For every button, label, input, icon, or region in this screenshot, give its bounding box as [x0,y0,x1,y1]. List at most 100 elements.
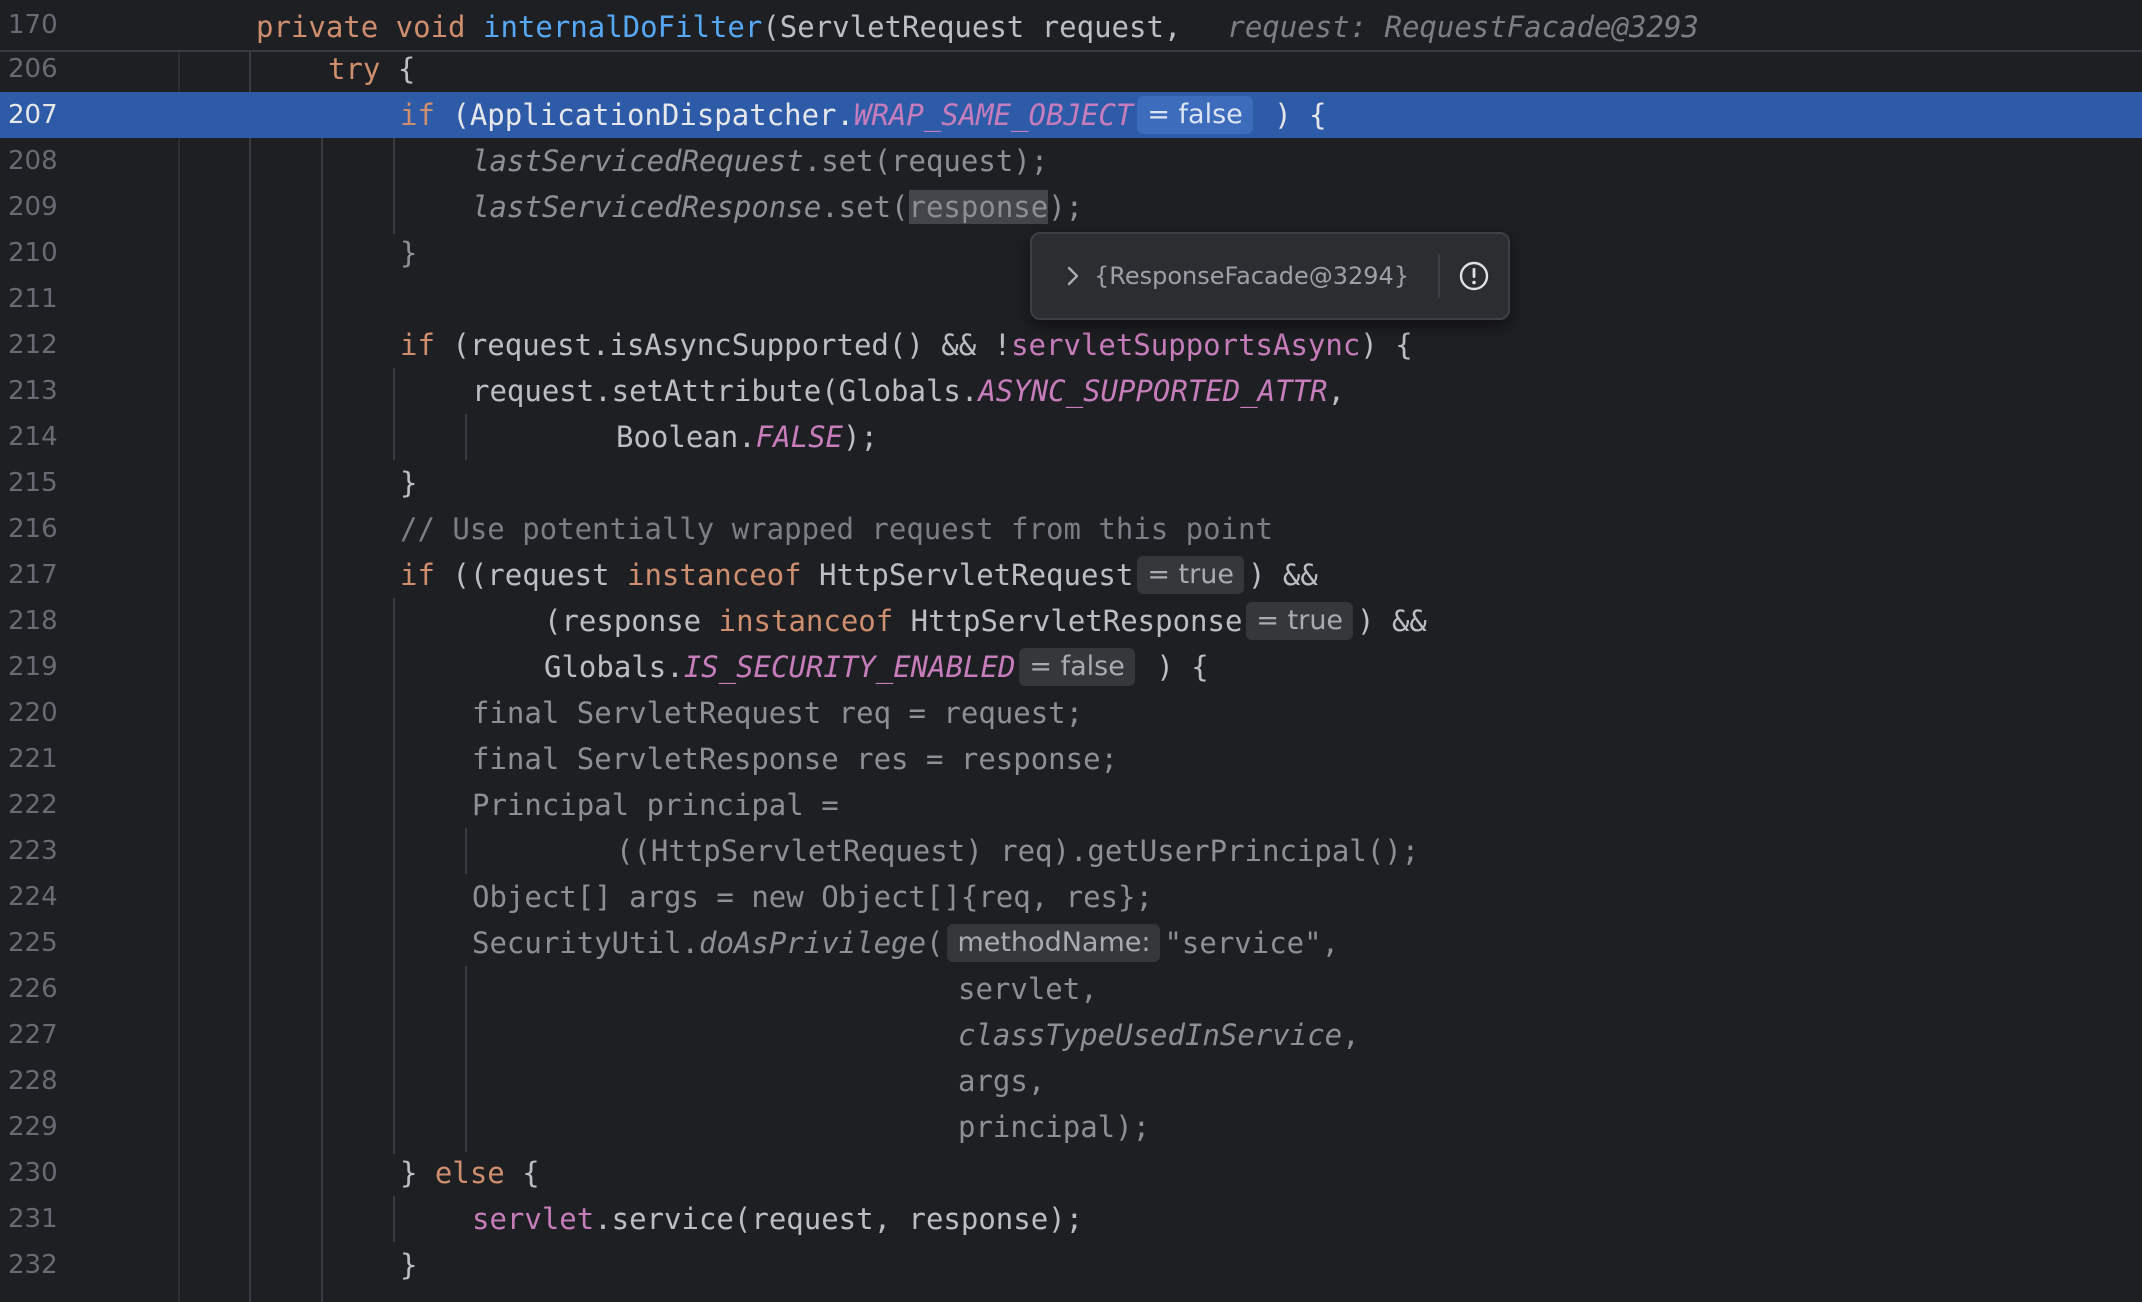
code-token: HttpServletResponse [893,604,1243,638]
line-number: 224 [8,882,58,912]
line-number: 211 [8,284,58,314]
line-number: 206 [8,54,58,84]
code-text: Principal principal = [472,788,839,822]
line-number: 220 [8,698,58,728]
line-number: 226 [8,974,58,1004]
line-number: 229 [8,1112,58,1142]
code-line[interactable]: 212 if (request.isAsyncSupported() && !s… [0,322,2142,368]
code-token: .set( [821,190,909,224]
code-text: try { [328,46,415,92]
code-token: ( [925,926,944,960]
chevron-right-icon[interactable] [1058,258,1088,294]
code-line[interactable]: 215 } [0,460,2142,506]
code-text: (response instanceof HttpServletResponse… [544,598,1427,644]
divider [1438,254,1440,298]
code-token: { [380,52,416,86]
code-line[interactable]: 219 Globals.IS_SECURITY_ENABLED = false )… [0,644,2142,690]
debug-value-popup[interactable]: {ResponseFacade@3294} [1030,232,1510,320]
code-line[interactable]: 221 final ServletResponse res = response… [0,736,2142,782]
debug-value-label[interactable]: {ResponseFacade@3294} [1094,256,1409,296]
code-line[interactable]: 226 servlet, [0,966,2142,1012]
hovered-variable[interactable]: response [908,190,1049,224]
code-line[interactable]: 218 (response instanceof HttpServletResp… [0,598,2142,644]
static-field: lastServicedRequest [472,144,804,178]
code-text: if (ApplicationDispatcher.WRAP_SAME_OBJE… [400,92,1327,138]
code-token: Globals. [544,650,684,684]
line-number: 212 [8,330,58,360]
keyword: if [400,98,435,132]
static-field: FALSE [755,420,843,454]
code-line[interactable]: 232 } [0,1242,2142,1288]
code-token: ) { [1256,98,1327,132]
sticky-method-header[interactable]: 170 private void internalDoFilter(Servle… [0,0,2142,52]
current-execution-line[interactable]: 207 if (ApplicationDispatcher.WRAP_SAME_… [0,92,2142,138]
line-number: 170 [8,10,58,40]
code-text: lastServicedResponse.set(response); [472,184,1083,230]
line-number: 227 [8,1020,58,1050]
code-text: principal); [958,1110,1151,1144]
line-number: 223 [8,836,58,866]
code-text: if ((request instanceof HttpServletReque… [400,552,1318,598]
code-comment: // Use potentially wrapped request from … [400,512,1273,546]
inline-debug-value: request: RequestFacade@3293 [1227,10,1699,44]
code-text: } [400,1248,418,1282]
code-token: (request.isAsyncSupported() && ! [434,328,1012,362]
code-text: Globals.IS_SECURITY_ENABLED = false ) { [544,644,1209,690]
code-token: ); [843,420,878,454]
line-number: 216 [8,514,58,544]
code-line[interactable]: 209 lastServicedResponse.set(response); [0,184,2142,230]
inline-value-hint: = true [1246,602,1354,640]
static-method: doAsPrivilege [698,926,926,960]
field: servletSupportsAsync [1011,328,1361,362]
code-text: classTypeUsedInService, [958,1012,1360,1058]
code-text: } [400,466,418,500]
code-line[interactable]: 208 lastServicedRequest.set(request); [0,138,2142,184]
code-line[interactable]: 214 Boolean.FALSE); [0,414,2142,460]
code-text: request.setAttribute(Globals.ASYNC_SUPPO… [472,368,1345,414]
code-line[interactable]: 225 SecurityUtil.doAsPrivilege(methodNam… [0,920,2142,966]
method-name: internalDoFilter [482,10,763,44]
code-line[interactable]: 216 // Use potentially wrapped request f… [0,506,2142,552]
code-text: if (request.isAsyncSupported() && !servl… [400,322,1413,368]
code-line[interactable]: 220 final ServletRequest req = request; [0,690,2142,736]
code-token: request.setAttribute(Globals. [472,374,979,408]
inline-value-hint: = true [1137,556,1244,594]
code-token: HttpServletRequest [801,558,1134,592]
code-line[interactable]: 217 if ((request instanceof HttpServletR… [0,552,2142,598]
code-text: servlet.service(request, response); [472,1196,1083,1242]
code-text: args, [958,1064,1046,1098]
code-token: Boolean. [616,420,756,454]
code-line[interactable]: 228 args, [0,1058,2142,1104]
sticky-code: private void internalDoFilter(ServletReq… [256,0,1699,50]
keyword: try [328,52,381,86]
line-number: 231 [8,1204,58,1234]
line-number: 214 [8,422,58,452]
static-field: ASYNC_SUPPORTED_ATTR [978,374,1328,408]
sticky-modifiers: private void [256,10,483,44]
code-text: Boolean.FALSE); [616,414,878,460]
code-line[interactable]: 223 ((HttpServletRequest) req).getUserPr… [0,828,2142,874]
line-number: 207 [8,100,58,130]
code-line[interactable]: 222 Principal principal = [0,782,2142,828]
code-editor[interactable]: 170 private void internalDoFilter(Servle… [0,0,2142,1302]
line-number: 219 [8,652,58,682]
code-line[interactable]: 224 Object[] args = new Object[]{req, re… [0,874,2142,920]
static-field: IS_SECURITY_ENABLED [683,650,1016,684]
code-token: SecurityUtil. [472,926,699,960]
code-line[interactable]: 231 servlet.service(request, response); [0,1196,2142,1242]
code-text: Object[] args = new Object[]{req, res}; [472,880,1153,914]
code-token: ) && [1247,558,1318,592]
code-token: ) { [1138,650,1209,684]
keyword: if [400,558,435,592]
inline-value-hint: = false [1137,96,1253,134]
code-token: { [504,1156,540,1190]
code-line[interactable]: 227 classTypeUsedInService, [0,1012,2142,1058]
line-number: 228 [8,1066,58,1096]
code-token: ) { [1360,328,1413,362]
info-circle-icon[interactable] [1454,256,1494,296]
code-line[interactable]: 206 try { [0,46,2142,92]
code-line[interactable]: 230 } else { [0,1150,2142,1196]
code-line[interactable]: 229 principal); [0,1104,2142,1150]
line-number: 217 [8,560,58,590]
code-line[interactable]: 213 request.setAttribute(Globals.ASYNC_S… [0,368,2142,414]
